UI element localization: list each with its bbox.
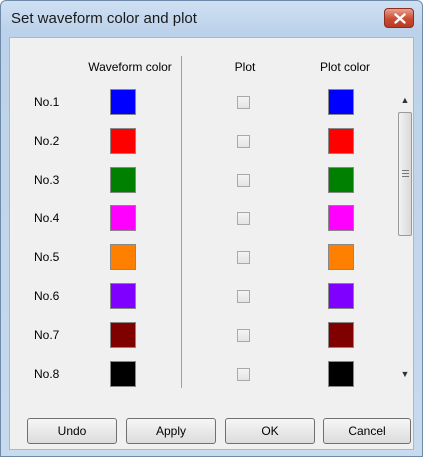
plot-checkbox[interactable]: [237, 328, 250, 342]
scroll-thumb[interactable]: [398, 112, 412, 236]
waveform-color-swatch[interactable]: [110, 205, 136, 232]
row-label: No.1: [34, 95, 60, 109]
column-divider: [181, 56, 182, 388]
plot-checkbox[interactable]: [237, 173, 250, 187]
plot-color-swatch[interactable]: [328, 283, 354, 309]
plot-color-swatch[interactable]: [328, 89, 354, 115]
row-label: No.7: [34, 327, 60, 342]
row-label: No.8: [34, 366, 60, 381]
plot-checkbox[interactable]: [237, 251, 250, 265]
row-label: No.3: [34, 172, 60, 187]
plot-checkbox[interactable]: [237, 290, 250, 303]
waveform-color-swatch[interactable]: [110, 283, 136, 309]
undo-button[interactable]: Undo: [27, 418, 117, 444]
thumb-grip-line: [402, 170, 409, 171]
plot-color-swatch[interactable]: [328, 244, 354, 271]
close-icon: [394, 13, 406, 24]
scroll-up-arrow-icon[interactable]: ▲: [397, 92, 413, 108]
thumb-grip-line: [402, 173, 409, 174]
waveform-color-swatch[interactable]: [110, 89, 136, 115]
plot-checkbox[interactable]: [237, 212, 250, 226]
thumb-grip-line: [402, 176, 409, 177]
plot-color-swatch[interactable]: [328, 360, 354, 387]
row-label: No.6: [34, 289, 60, 303]
plot-color-swatch[interactable]: [328, 205, 354, 232]
ok-button[interactable]: OK: [225, 418, 315, 444]
header-plot-color: Plot color: [319, 60, 371, 74]
dialog-title: Set waveform color and plot: [11, 10, 197, 27]
scroll-down-arrow-icon[interactable]: ▼: [397, 366, 413, 382]
waveform-color-swatch[interactable]: [110, 321, 136, 348]
waveform-color-swatch[interactable]: [110, 360, 136, 387]
header-waveform-color: Waveform color: [88, 60, 172, 74]
plot-checkbox[interactable]: [237, 96, 250, 109]
plot-color-swatch[interactable]: [328, 166, 354, 193]
dialog-window: Set waveform color and plot Waveform col…: [0, 0, 423, 457]
plot-checkbox[interactable]: [237, 134, 250, 148]
row-label: No.2: [34, 133, 60, 148]
title-bar[interactable]: Set waveform color and plot: [1, 1, 422, 37]
header-plot: Plot: [234, 60, 256, 74]
dialog-content: Waveform color Plot Plot color No.1 No.2 N…: [9, 37, 414, 450]
plot-checkbox[interactable]: [237, 367, 250, 381]
apply-button[interactable]: Apply: [126, 418, 216, 444]
plot-color-swatch[interactable]: [328, 127, 354, 154]
cancel-button[interactable]: Cancel: [323, 418, 411, 444]
plot-color-swatch[interactable]: [328, 321, 354, 348]
vertical-scrollbar[interactable]: ▲ ▼: [397, 90, 413, 386]
waveform-color-swatch[interactable]: [110, 166, 136, 193]
waveform-color-swatch[interactable]: [110, 127, 136, 154]
waveform-color-swatch[interactable]: [110, 244, 136, 271]
row-label: No.5: [34, 250, 60, 265]
close-button[interactable]: [384, 8, 414, 28]
row-label: No.4: [34, 211, 60, 226]
